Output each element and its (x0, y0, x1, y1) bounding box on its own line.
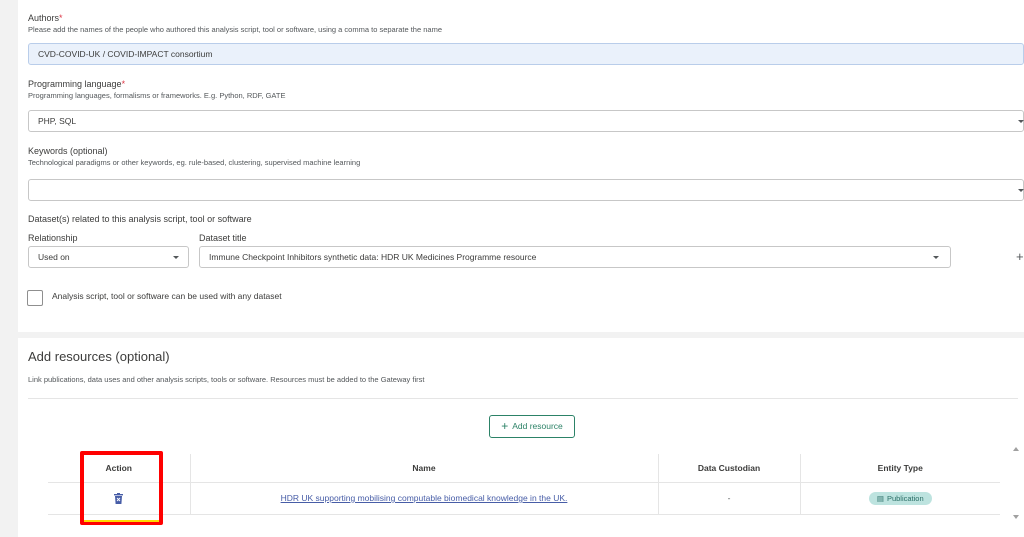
trash-icon[interactable] (114, 492, 124, 504)
entity-type-badge: ▤ Publication (868, 491, 932, 505)
authors-input[interactable]: CVD-COVID-UK / COVID-IMPACT consortium (28, 43, 1024, 65)
action-cell (48, 482, 191, 515)
programming-language-chevron-down-icon[interactable] (1018, 120, 1024, 123)
entity-type-cell: ▤ Publication (800, 482, 1000, 515)
authors-hint: Please add the names of the people who a… (28, 25, 442, 34)
dataset-title-select[interactable]: Immune Checkpoint Inhibitors synthetic d… (199, 246, 951, 268)
any-dataset-checkbox[interactable] (27, 290, 43, 306)
header-entity-type: Entity Type (800, 454, 1000, 483)
relationship-label: Relationship (28, 233, 78, 243)
relationship-chevron-down-icon[interactable] (173, 256, 179, 259)
header-name: Name (190, 454, 659, 483)
programming-language-select[interactable]: PHP, SQL (28, 110, 1024, 132)
programming-language-hint: Programming languages, formalisms or fra… (28, 91, 286, 100)
scroll-down-arrow-icon[interactable] (1013, 515, 1019, 519)
programming-language-label: Programming language* (28, 79, 126, 89)
authors-label: Authors* (28, 13, 63, 23)
custodian-cell: - (658, 482, 801, 515)
resources-table: Action Name Data Custodian Entity Type H… (48, 454, 1000, 515)
relationship-select[interactable]: Used on (28, 246, 189, 268)
datasets-label: Dataset(s) related to this analysis scri… (28, 214, 252, 224)
header-action: Action (48, 454, 191, 483)
scroll-up-arrow-icon[interactable] (1013, 447, 1019, 451)
name-cell: HDR UK supporting mobilising computable … (190, 482, 659, 515)
plus-icon: + (501, 419, 509, 433)
resource-name-link[interactable]: HDR UK supporting mobilising computable … (281, 493, 568, 503)
document-icon: ▤ (876, 493, 884, 503)
keywords-hint: Technological paradigms or other keyword… (28, 158, 361, 167)
dataset-title-chevron-down-icon[interactable] (933, 256, 939, 259)
dataset-title-label: Dataset title (199, 233, 247, 243)
any-dataset-label: Analysis script, tool or software can be… (52, 291, 282, 301)
header-data-custodian: Data Custodian (658, 454, 801, 483)
table-row: HDR UK supporting mobilising computable … (48, 482, 1000, 515)
add-resource-button[interactable]: + Add resource (489, 415, 575, 438)
resources-hint: Link publications, data uses and other a… (28, 375, 425, 384)
keywords-select[interactable] (28, 179, 1024, 201)
add-dataset-plus-icon[interactable]: + (1016, 250, 1024, 263)
resources-divider (28, 398, 1018, 399)
keywords-chevron-down-icon[interactable] (1018, 189, 1024, 192)
keywords-label: Keywords (optional) (28, 146, 108, 156)
add-resource-label: Add resource (512, 421, 563, 431)
table-header-row: Action Name Data Custodian Entity Type (48, 454, 1000, 483)
resources-title: Add resources (optional) (28, 349, 170, 364)
